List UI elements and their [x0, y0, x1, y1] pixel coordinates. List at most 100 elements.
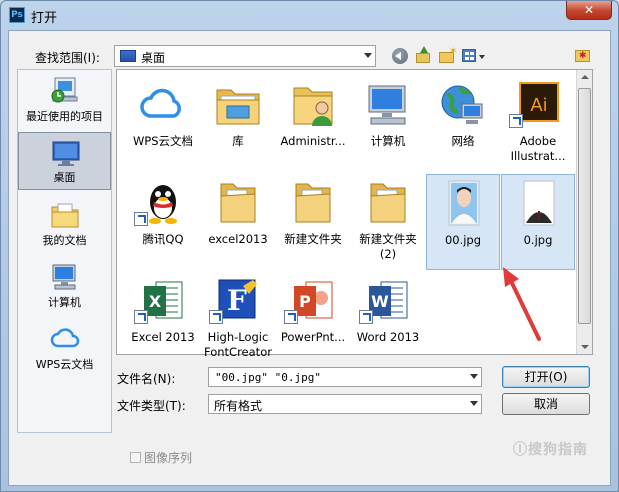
- file-label: PowerPnt...: [280, 330, 346, 344]
- svg-text:P: P: [299, 292, 311, 311]
- checkbox-box[interactable]: [130, 452, 141, 463]
- shortcut-arrow-icon: [284, 310, 298, 324]
- back-icon: [392, 48, 408, 64]
- dialog-client: 查找范围(I): 桌面 ✶ ✱ 最近使用的项目 桌面 我的文档 计算机 WPS云…: [8, 30, 611, 486]
- file-label: Excel 2013: [131, 330, 195, 344]
- recent-items-icon: [51, 77, 78, 103]
- image-sequence-label: 图像序列: [144, 451, 193, 465]
- filename-input[interactable]: "00.jpg" "0.jpg": [208, 367, 482, 387]
- view-menu-button[interactable]: [461, 46, 489, 66]
- file-label: 计算机: [370, 134, 406, 148]
- svg-text:F: F: [227, 284, 247, 317]
- scroll-down-icon[interactable]: [581, 345, 589, 349]
- new-folder-button[interactable]: ✶: [437, 46, 457, 66]
- file-item-computer[interactable]: 计算机: [351, 76, 425, 172]
- scroll-up-icon[interactable]: [581, 75, 589, 79]
- file-label: 新建文件夹: [284, 232, 342, 246]
- chevron-down-icon[interactable]: [470, 374, 478, 379]
- filename-label: 文件名(N):: [117, 372, 176, 386]
- file-item-new-folder-2[interactable]: 新建文件夹 (2): [351, 174, 425, 270]
- title-bar: Ps 打开 ✕: [1, 1, 618, 29]
- file-item-administrator[interactable]: Administr...: [276, 76, 350, 172]
- vertical-scrollbar[interactable]: [576, 70, 592, 354]
- folder-icon: [220, 183, 256, 223]
- look-in-value: 桌面: [141, 51, 166, 65]
- user-folder-icon: [293, 87, 333, 126]
- file-label: excel2013: [208, 232, 268, 246]
- chevron-down-icon: [364, 53, 372, 58]
- photoshop-icon: Ps: [9, 7, 25, 23]
- up-folder-button[interactable]: [414, 46, 434, 66]
- open-dialog: Ps 打开 ✕ 查找范围(I): 桌面 ✶ ✱ 最近使用的项目 桌面 我的文档 …: [0, 0, 619, 492]
- computer-icon: [52, 264, 76, 290]
- place-wps-cloud[interactable]: WPS云文档: [18, 318, 111, 376]
- place-label: 计算机: [48, 296, 81, 309]
- file-label: Word 2013: [356, 330, 420, 344]
- image-sequence-checkbox[interactable]: 图像序列: [130, 449, 192, 466]
- file-item-excel2013-folder[interactable]: excel2013: [201, 174, 275, 270]
- place-desktop[interactable]: 桌面: [18, 132, 111, 190]
- place-recent-items[interactable]: 最近使用的项目: [18, 70, 111, 128]
- file-item-0-jpg[interactable]: 0.jpg: [501, 174, 575, 270]
- dialog-title: 打开: [31, 11, 58, 26]
- file-item-powerpoint[interactable]: P PowerPnt...: [276, 272, 350, 368]
- desktop-icon: [120, 50, 136, 62]
- shortcut-arrow-icon: [509, 114, 523, 128]
- place-label: 最近使用的项目: [26, 110, 103, 123]
- annotation-arrow-icon: [503, 267, 541, 341]
- library-icon: [216, 89, 260, 125]
- look-in-combobox[interactable]: 桌面: [114, 45, 376, 67]
- file-label: 00.jpg: [444, 233, 482, 247]
- suit-thumbnail-icon: [523, 180, 555, 226]
- shortcut-arrow-icon: [359, 310, 373, 324]
- file-item-network[interactable]: 网络: [426, 76, 500, 172]
- back-button[interactable]: [390, 46, 410, 66]
- wps-cloud-icon: [140, 88, 181, 118]
- file-item-fontcreator[interactable]: F High-Logic FontCreator: [201, 272, 275, 368]
- file-item-adobe-illustrator[interactable]: Ai Adobe Illustrat...: [501, 76, 575, 172]
- file-item-word-2013[interactable]: W Word 2013: [351, 272, 425, 368]
- svg-text:X: X: [149, 292, 162, 311]
- file-label: 新建文件夹 (2): [359, 232, 417, 261]
- close-button[interactable]: ✕: [566, 1, 612, 20]
- folder-icon: [370, 183, 406, 223]
- shortcut-arrow-icon: [209, 310, 223, 324]
- svg-text:W: W: [371, 292, 389, 311]
- file-item-library[interactable]: 库: [201, 76, 275, 172]
- file-item-wps-cloud[interactable]: WPS云文档: [126, 76, 200, 172]
- file-item-qq[interactable]: 腾讯QQ: [126, 174, 200, 270]
- folder-icon: [295, 183, 331, 223]
- file-item-00-jpg[interactable]: 00.jpg: [426, 174, 500, 270]
- file-label: High-Logic FontCreator: [204, 330, 272, 359]
- filetype-select[interactable]: 所有格式: [208, 394, 482, 414]
- up-folder-icon: [416, 53, 430, 63]
- file-label: WPS云文档: [132, 134, 194, 148]
- desktop-icon: [52, 141, 80, 166]
- file-label: 网络: [451, 134, 475, 148]
- wps-cloud-icon: [50, 328, 80, 348]
- file-label: 腾讯QQ: [142, 232, 184, 246]
- file-item-new-folder[interactable]: 新建文件夹: [276, 174, 350, 270]
- shortcut-arrow-icon: [134, 310, 148, 324]
- scroll-thumb[interactable]: [578, 88, 591, 324]
- photo-thumbnail-icon: [448, 180, 480, 226]
- file-item-excel-2013[interactable]: X Excel 2013: [126, 272, 200, 368]
- watermark: Ⓘ搜狗指南: [513, 442, 588, 458]
- cancel-button[interactable]: 取消: [502, 393, 590, 415]
- file-label: 库: [232, 134, 244, 148]
- chevron-down-icon: [470, 401, 478, 406]
- place-label: 我的文档: [42, 234, 87, 247]
- filetype-value: 所有格式: [214, 399, 263, 413]
- filetype-label: 文件类型(T):: [117, 399, 186, 413]
- computer-icon: [368, 85, 406, 125]
- place-label: WPS云文档: [35, 358, 94, 371]
- shortcut-arrow-icon: [134, 212, 148, 226]
- filename-value: "00.jpg" "0.jpg": [215, 371, 321, 384]
- look-in-label: 查找范围(I):: [35, 51, 100, 65]
- favorite-folder-button[interactable]: ✱: [574, 46, 592, 64]
- open-button[interactable]: 打开(O): [502, 366, 590, 388]
- place-documents[interactable]: 我的文档: [18, 194, 111, 252]
- place-computer[interactable]: 计算机: [18, 256, 111, 314]
- documents-icon: [51, 203, 79, 228]
- place-label: 桌面: [53, 171, 76, 184]
